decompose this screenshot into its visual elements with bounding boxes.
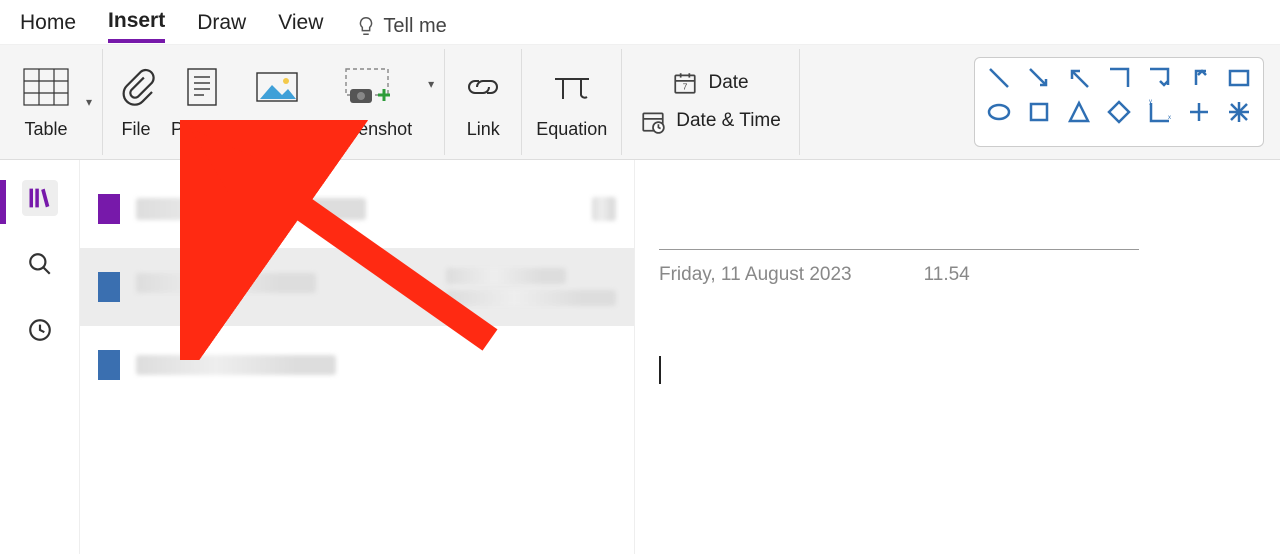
rail-active-indicator	[0, 180, 6, 224]
screenshot-icon	[342, 65, 392, 109]
tab-draw[interactable]: Draw	[197, 11, 246, 41]
page-meta: Friday, 11 August 2023 11.54	[659, 264, 1256, 286]
redacted-title	[136, 355, 336, 375]
list-item[interactable]	[80, 326, 634, 404]
screenshot-button[interactable]: Screenshot	[317, 49, 416, 155]
shape-rect[interactable]	[1225, 64, 1253, 92]
rail-search[interactable]	[22, 246, 58, 282]
list-item[interactable]	[80, 170, 634, 248]
lightbulb-icon	[355, 15, 377, 37]
svg-text:y: y	[1149, 99, 1152, 105]
page-color-swatch	[98, 350, 120, 380]
page-list	[80, 160, 635, 554]
shape-star-axes[interactable]	[1225, 98, 1253, 126]
rail-notebooks[interactable]	[22, 180, 58, 216]
page-color-swatch	[98, 194, 120, 224]
nav-rail	[0, 160, 80, 554]
table-label: Table	[24, 119, 67, 140]
datetime-label: Date & Time	[676, 110, 781, 132]
table-button[interactable]: Table	[18, 49, 74, 155]
tell-me-label: Tell me	[383, 15, 446, 38]
file-label: File	[122, 119, 151, 140]
shape-arrow-up[interactable]	[1065, 64, 1093, 92]
svg-text:7: 7	[683, 82, 688, 92]
shape-triangle[interactable]	[1065, 98, 1093, 126]
shape-diamond[interactable]	[1105, 98, 1133, 126]
text-cursor	[659, 356, 661, 384]
date-label: Date	[708, 72, 748, 94]
group-files: File Printout Picture Screenshot ▾	[103, 49, 445, 155]
rail-recent[interactable]	[22, 312, 58, 348]
shape-elbow[interactable]	[1105, 64, 1133, 92]
printout-button[interactable]: Printout	[167, 49, 237, 155]
equation-button[interactable]: Equation	[532, 49, 611, 155]
table-dropdown[interactable]: ▾	[86, 95, 92, 109]
redacted-icon	[592, 197, 616, 221]
shape-line[interactable]	[985, 64, 1013, 92]
redacted-title	[136, 198, 366, 220]
printout-label: Printout	[171, 119, 233, 140]
shape-elbow-arrow[interactable]	[1145, 64, 1173, 92]
ribbon: Table ▾ File Printout Picture Screenshot…	[0, 44, 1280, 160]
page-title-line[interactable]	[659, 230, 1139, 250]
file-button[interactable]: File	[113, 49, 159, 155]
tab-view[interactable]: View	[278, 11, 323, 41]
shape-ellipse[interactable]	[985, 98, 1013, 126]
paperclip-icon	[117, 65, 155, 109]
picture-icon	[254, 65, 300, 109]
page-color-swatch	[98, 272, 120, 302]
shape-u-arrow[interactable]	[1185, 64, 1213, 92]
tab-insert[interactable]: Insert	[108, 9, 165, 43]
group-equation: Equation	[522, 49, 622, 155]
link-button[interactable]: Link	[455, 49, 511, 155]
ribbon-tabs: Home Insert Draw View Tell me	[0, 0, 1280, 44]
svg-text:x: x	[1168, 115, 1171, 121]
calendar-clock-icon	[640, 108, 666, 134]
link-label: Link	[467, 119, 500, 140]
tell-me[interactable]: Tell me	[355, 15, 446, 38]
redacted-meta	[446, 290, 616, 306]
shape-arrow[interactable]	[1025, 64, 1053, 92]
list-item[interactable]	[80, 248, 634, 326]
group-link: Link	[445, 49, 522, 155]
redacted-meta	[446, 268, 566, 284]
page-canvas[interactable]: Friday, 11 August 2023 11.54	[635, 160, 1280, 554]
page-time: 11.54	[924, 264, 970, 286]
calendar-icon: 7	[672, 70, 698, 96]
shape-square[interactable]	[1025, 98, 1053, 126]
picture-label: Picture	[249, 119, 305, 140]
tab-home[interactable]: Home	[20, 11, 76, 41]
pi-icon	[547, 65, 597, 109]
link-icon	[459, 65, 507, 109]
table-icon	[22, 65, 70, 109]
printout-icon	[182, 65, 222, 109]
redacted-title	[136, 273, 316, 293]
shape-plus[interactable]	[1185, 98, 1213, 126]
shape-axes[interactable]: yx	[1145, 98, 1173, 126]
workspace: Friday, 11 August 2023 11.54	[0, 160, 1280, 554]
screenshot-dropdown[interactable]: ▾	[428, 77, 434, 91]
screenshot-label: Screenshot	[321, 119, 412, 140]
group-table: Table ▾	[8, 49, 103, 155]
search-icon	[27, 251, 53, 277]
picture-button[interactable]: Picture	[245, 49, 309, 155]
group-date: 7 Date Date & Time	[622, 49, 800, 155]
date-button[interactable]: 7 Date	[672, 70, 748, 96]
page-date: Friday, 11 August 2023	[659, 264, 852, 286]
shapes-gallery[interactable]: yx	[974, 57, 1264, 147]
datetime-button[interactable]: Date & Time	[640, 108, 781, 134]
clock-icon	[27, 317, 53, 343]
books-icon	[26, 184, 54, 212]
equation-label: Equation	[536, 119, 607, 140]
